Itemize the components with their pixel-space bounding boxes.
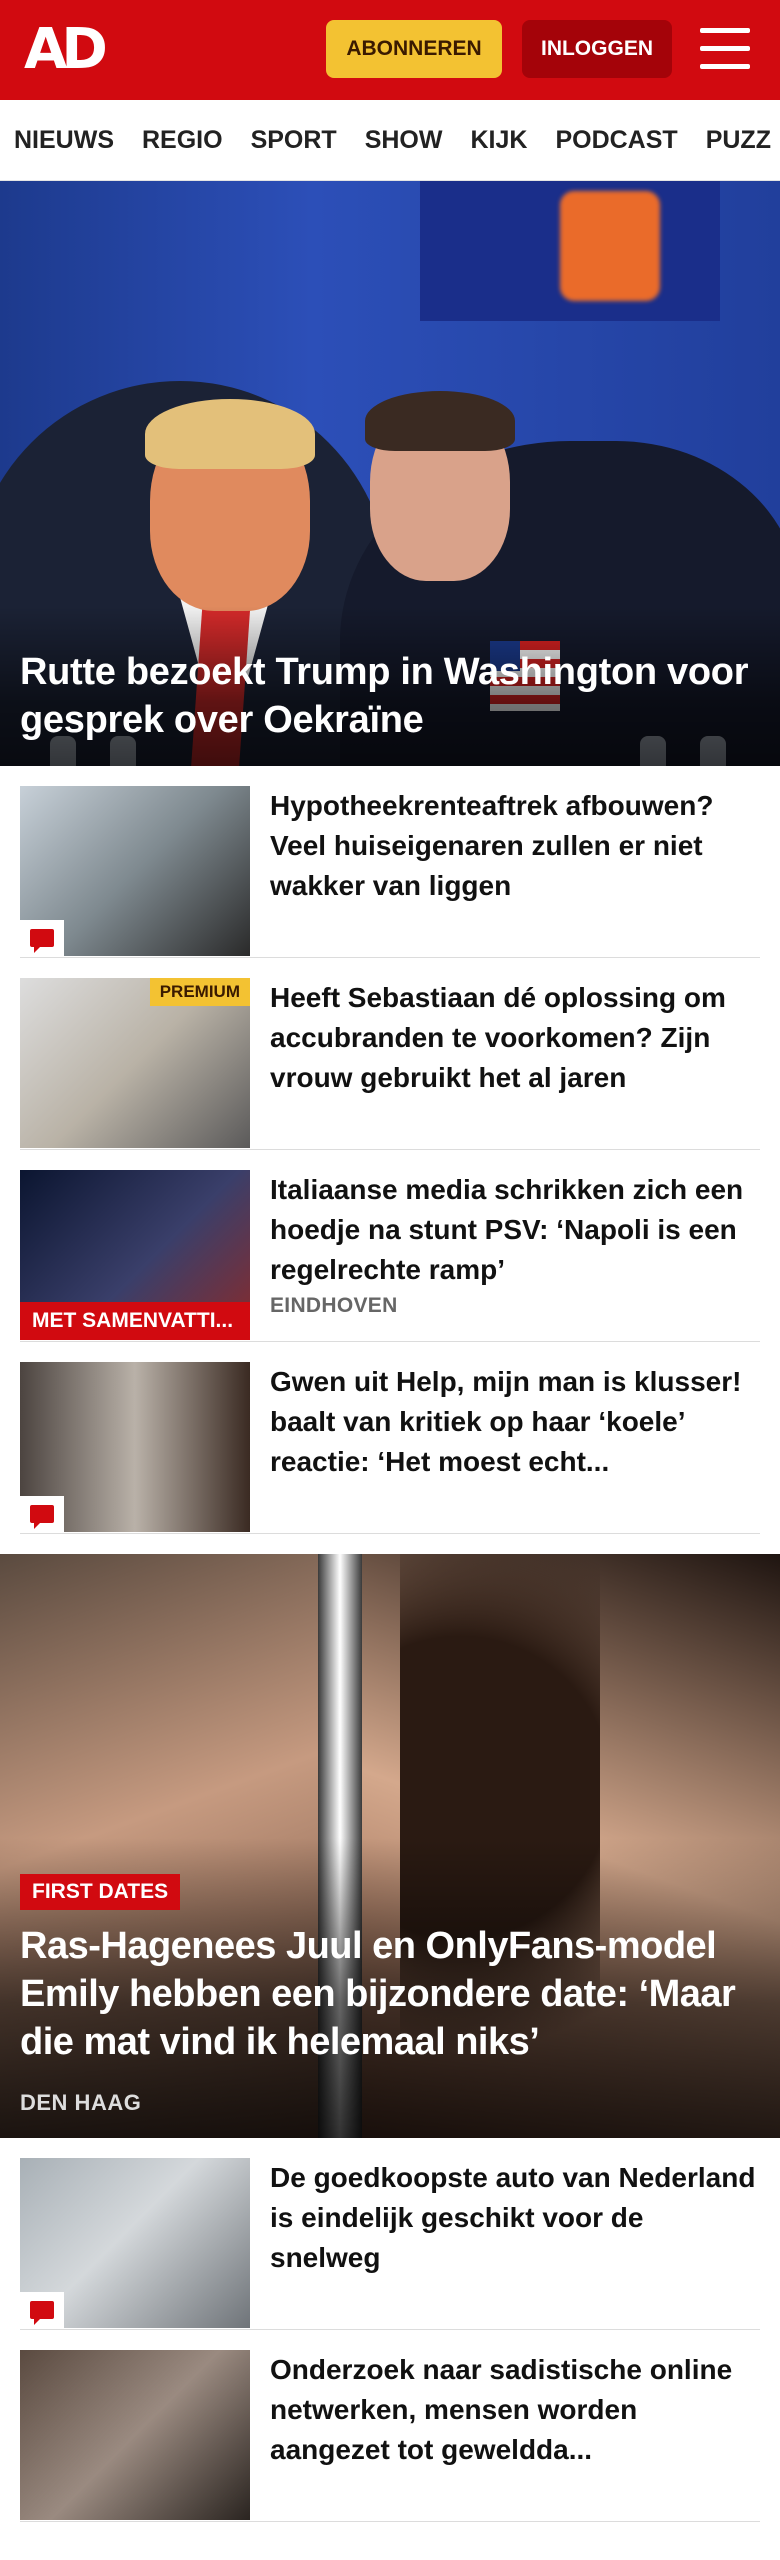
list-item[interactable]: Hypotheekrenteaftrek afbouwen? Veel huis… (20, 766, 760, 958)
article-title[interactable]: Italiaanse media schrikken zich een hoed… (270, 1170, 760, 1290)
article-thumbnail[interactable] (20, 1362, 250, 1532)
list-item[interactable]: Gwen uit Help, mijn man is klusser! baal… (20, 1342, 760, 1534)
nav-item-show[interactable]: SHOW (365, 126, 443, 155)
list-item[interactable]: Onderzoek naar sadistische online netwer… (20, 2330, 760, 2522)
ad-logo[interactable]: AD (24, 20, 108, 80)
article-title[interactable]: Heeft Sebastiaan dé oplossing om accubra… (270, 978, 760, 1098)
article-thumbnail[interactable] (20, 2158, 250, 2328)
top-bar: AD ABONNEREN INLOGGEN (0, 0, 780, 100)
section-nav: NIEUWS REGIO SPORT SHOW KIJK PODCAST PUZ… (0, 100, 780, 181)
nav-item-puzzels[interactable]: PUZZ (706, 126, 771, 155)
list-item[interactable]: MET SAMENVATTI... Italiaanse media schri… (20, 1150, 760, 1342)
article-thumbnail[interactable] (20, 786, 250, 956)
subscribe-button[interactable]: ABONNEREN (326, 20, 502, 78)
nav-item-nieuws[interactable]: NIEUWS (14, 126, 114, 155)
hero-title[interactable]: Rutte bezoekt Trump in Washington voor g… (20, 648, 760, 744)
list-item[interactable]: PREMIUM Heeft Sebastiaan dé oplossing om… (20, 958, 760, 1150)
comment-icon (20, 1496, 64, 1532)
feature-location: DEN HAAG (20, 2090, 142, 2115)
video-summary-label: MET SAMENVATTI... (20, 1302, 250, 1340)
nav-item-sport[interactable]: SPORT (251, 126, 337, 155)
article-title[interactable]: Gwen uit Help, mijn man is klusser! baal… (270, 1362, 760, 1482)
article-thumbnail[interactable] (20, 2350, 250, 2520)
article-location: EINDHOVEN (270, 1294, 398, 1317)
nav-item-kijk[interactable]: KIJK (470, 126, 527, 155)
article-title[interactable]: Onderzoek naar sadistische online netwer… (270, 2350, 760, 2470)
hero-article[interactable]: Rutte bezoekt Trump in Washington voor g… (0, 181, 780, 766)
comment-icon (20, 920, 64, 956)
premium-badge: PREMIUM (149, 978, 250, 1006)
feature-title[interactable]: Ras-Hagenees Juul en OnlyFans-model Emil… (20, 1922, 760, 2066)
article-thumbnail[interactable]: PREMIUM (20, 978, 250, 1148)
article-thumbnail[interactable]: MET SAMENVATTI... (20, 1170, 250, 1340)
feature-article[interactable]: FIRST DATES Ras-Hagenees Juul en OnlyFan… (0, 1554, 780, 2138)
article-list-2: De goedkoopste auto van Nederland is ein… (0, 2138, 780, 2522)
nav-item-regio[interactable]: REGIO (142, 126, 223, 155)
hamburger-menu-icon[interactable] (700, 28, 750, 70)
comment-icon (20, 2292, 64, 2328)
list-item[interactable]: De goedkoopste auto van Nederland is ein… (20, 2138, 760, 2330)
article-title[interactable]: Hypotheekrenteaftrek afbouwen? Veel huis… (270, 786, 760, 906)
article-list: Hypotheekrenteaftrek afbouwen? Veel huis… (0, 766, 780, 1534)
article-title[interactable]: De goedkoopste auto van Nederland is ein… (270, 2158, 760, 2278)
login-button[interactable]: INLOGGEN (522, 20, 672, 78)
nav-item-podcast[interactable]: PODCAST (555, 126, 677, 155)
feature-tag[interactable]: FIRST DATES (20, 1874, 181, 1910)
